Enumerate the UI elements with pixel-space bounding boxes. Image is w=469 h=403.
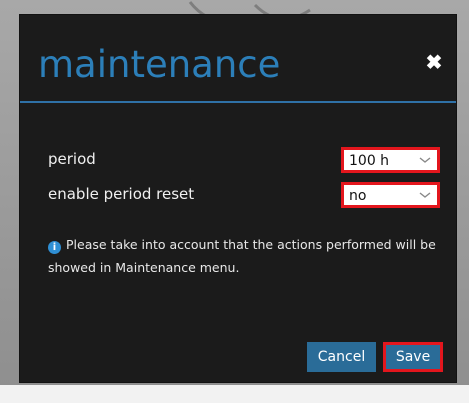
maintenance-dialog: maintenance ✖ period 100 h enable period…: [20, 15, 456, 382]
chevron-down-icon: [419, 157, 431, 163]
dialog-header: maintenance ✖: [20, 15, 456, 101]
chevron-down-icon: [419, 192, 431, 198]
save-button[interactable]: Save: [383, 342, 443, 372]
info-text: Please take into account that the action…: [48, 237, 436, 275]
enable-period-reset-label: enable period reset: [48, 185, 195, 203]
dialog-title: maintenance: [38, 43, 281, 86]
close-icon[interactable]: ✖: [425, 53, 443, 73]
period-select-value: 100 h: [349, 153, 390, 169]
period-select[interactable]: 100 h: [341, 147, 440, 173]
info-message: i Please take into account that the actio…: [48, 233, 448, 279]
cancel-button[interactable]: Cancel: [307, 342, 376, 372]
page-bottom-strip: [0, 385, 469, 403]
info-icon: i: [48, 241, 61, 254]
header-divider: [20, 101, 456, 103]
period-label: period: [48, 150, 96, 168]
period-row: period 100 h: [20, 147, 456, 179]
enable-period-reset-select[interactable]: no: [341, 182, 440, 208]
enable-period-reset-row: enable period reset no: [20, 182, 456, 214]
enable-period-reset-select-value: no: [349, 188, 367, 204]
